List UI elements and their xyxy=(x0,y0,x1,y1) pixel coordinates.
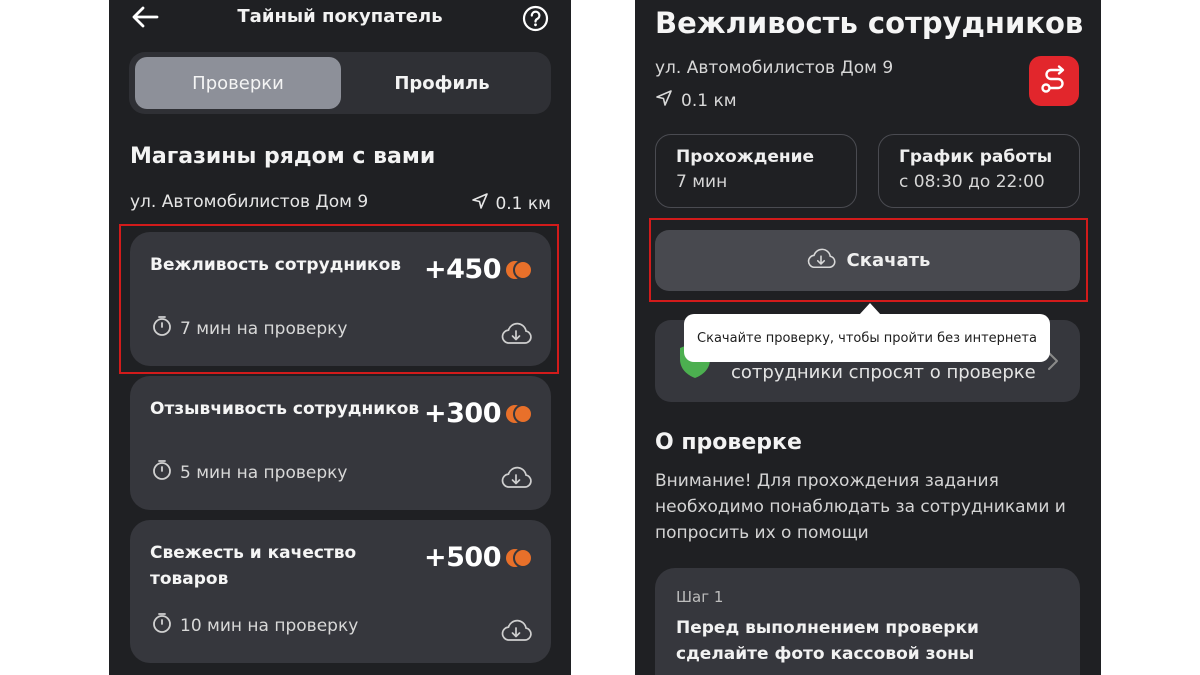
reward-value: +300 xyxy=(424,398,501,429)
download-tooltip: Скачайте проверку, чтобы пройти без инте… xyxy=(684,314,1050,362)
store-distance: 0.1 км xyxy=(655,89,737,112)
tab-switcher: Проверки Профиль xyxy=(129,52,551,114)
tab-profile[interactable]: Профиль xyxy=(339,57,545,109)
timer-icon xyxy=(152,459,172,486)
duration-info-box: Прохождение 7 мин xyxy=(655,134,857,208)
store-address-row: ул. Автомобилистов Дом 9 0.1 км xyxy=(130,192,551,215)
duration-label: 5 мин на проверку xyxy=(180,462,348,483)
cloud-download-icon[interactable] xyxy=(499,464,533,490)
route-icon xyxy=(1029,65,1079,110)
schedule-info-box: График работы с 08:30 до 22:00 xyxy=(878,134,1080,208)
task-reward: +500 xyxy=(424,542,533,573)
task-title: Свежесть и качество товаров xyxy=(150,543,357,589)
store-address: ул. Автомобилистов Дом 9 xyxy=(655,58,894,78)
about-title: О проверке xyxy=(655,430,802,455)
timer-icon xyxy=(152,612,172,639)
coin-icon xyxy=(505,547,533,568)
task-duration: 10 мин на проверку xyxy=(152,612,358,639)
right-screen: Вежливость сотрудников ул. Автомобилисто… xyxy=(635,0,1101,675)
task-card-responsiveness[interactable]: Отзывчивость сотрудников +300 5 мин на п… xyxy=(130,376,551,510)
navigation-arrow-icon xyxy=(655,89,673,112)
tab-checks[interactable]: Проверки xyxy=(135,57,341,109)
distance-label: 0.1 км xyxy=(681,90,737,111)
page-title: Тайный покупатель xyxy=(237,6,443,27)
top-bar: Тайный покупатель xyxy=(109,0,571,36)
highlight-frame xyxy=(649,218,1088,302)
task-card-freshness[interactable]: Свежесть и качество товаров +500 10 мин … xyxy=(130,520,551,663)
reward-value: +500 xyxy=(424,542,501,573)
step-card: Шаг 1 Перед выполнением проверки сделайт… xyxy=(655,568,1080,675)
about-text: Внимание! Для прохождения задания необхо… xyxy=(655,471,1066,543)
info-label: Прохождение xyxy=(676,147,815,167)
distance-label: 0.1 км xyxy=(495,193,551,214)
help-icon[interactable] xyxy=(522,5,549,32)
store-distance: 0.1 км xyxy=(471,192,551,215)
task-title: Вежливость сотрудников xyxy=(655,6,1084,40)
section-title: Магазины рядом с вами xyxy=(130,144,436,169)
task-title: Отзывчивость сотрудников xyxy=(150,399,420,419)
step-text: Перед выполнением проверки сделайте фото… xyxy=(676,618,979,664)
coin-icon xyxy=(505,403,533,424)
info-label: График работы xyxy=(899,147,1053,167)
store-address: ул. Автомобилистов Дом 9 xyxy=(130,192,369,212)
route-button[interactable] xyxy=(1029,56,1079,106)
task-duration: 5 мин на проверку xyxy=(152,459,347,486)
info-value: с 08:30 до 22:00 xyxy=(899,172,1045,192)
step-label: Шаг 1 xyxy=(676,588,724,606)
duration-label: 10 мин на проверку xyxy=(180,615,359,636)
cloud-download-icon[interactable] xyxy=(499,617,533,643)
info-value: 7 мин xyxy=(676,172,728,192)
task-reward: +300 xyxy=(424,398,533,429)
highlight-frame xyxy=(119,224,559,374)
info-card-text: сотрудники спросят о проверке xyxy=(731,362,1036,383)
left-screen: Тайный покупатель Проверки Профиль Магаз… xyxy=(109,0,571,675)
navigation-arrow-icon xyxy=(471,192,489,215)
